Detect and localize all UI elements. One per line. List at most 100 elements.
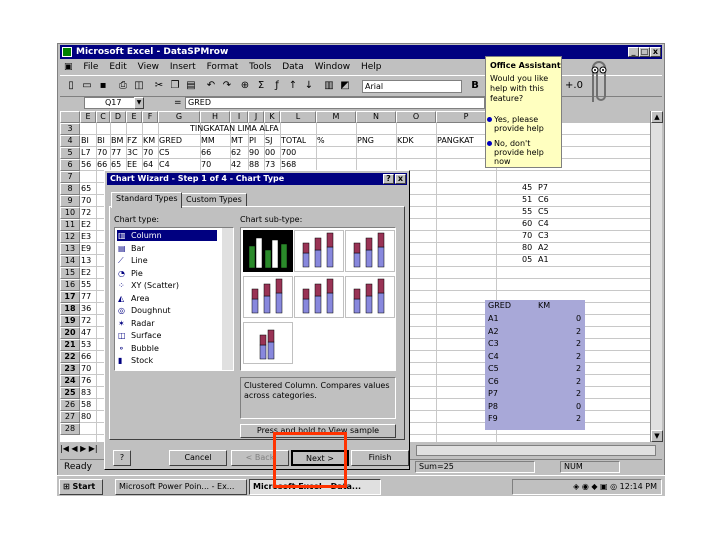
table-grade-cell[interactable]: A1 (488, 313, 499, 325)
data-cell[interactable]: 76 (81, 375, 91, 387)
grade-cell[interactable]: C3 (538, 230, 549, 242)
column-header[interactable]: F (142, 111, 158, 123)
column-header[interactable]: C (96, 111, 110, 123)
chart-type-item[interactable]: ◫ Surface (117, 330, 217, 341)
column-header[interactable]: E (126, 111, 142, 123)
row-header[interactable]: 4 (60, 135, 80, 147)
table-count-cell[interactable]: 2 (576, 413, 581, 425)
close-button[interactable]: x (650, 47, 661, 57)
row-header[interactable]: 8 (60, 183, 80, 195)
subtype-stacked-column[interactable] (294, 230, 344, 272)
chart-type-item[interactable]: ▤ Bar (117, 243, 217, 254)
cancel-button[interactable]: Cancel (169, 450, 227, 466)
header-cell[interactable]: MT (231, 135, 243, 147)
row-header[interactable]: 17 (60, 291, 80, 303)
copy-icon[interactable]: ❐ (168, 79, 182, 93)
zoom-button[interactable]: +.0 (562, 79, 586, 93)
chart-type-item[interactable]: ◭ Area (117, 293, 217, 304)
data-cell[interactable]: 70 (143, 147, 153, 159)
paste-icon[interactable]: ▤ (184, 79, 198, 93)
data-cell[interactable]: 77 (111, 147, 121, 159)
table-count-cell[interactable]: 2 (576, 388, 581, 400)
redo-icon[interactable]: ↷ (220, 79, 234, 93)
header-cell[interactable]: PI (249, 135, 256, 147)
column-header[interactable]: N (356, 111, 396, 123)
assistant-option-no[interactable]: No, don't provide help now (487, 139, 560, 166)
table-grade-cell[interactable]: C4 (488, 351, 499, 363)
help-button[interactable]: ? (113, 450, 131, 466)
menu-tools[interactable]: Tools (249, 62, 271, 72)
table-grade-cell[interactable]: P8 (488, 401, 498, 413)
subtype-3d-clustered-column[interactable] (243, 276, 293, 318)
new-icon[interactable]: ▯ (64, 79, 78, 93)
assistant-option-yes[interactable]: Yes, please provide help (487, 115, 560, 133)
data-cell[interactable]: 55 (81, 279, 91, 291)
row-header[interactable]: 7 (60, 171, 80, 183)
row-header[interactable]: 25 (60, 387, 80, 399)
header-cell[interactable]: GRED (159, 135, 182, 147)
data-cell[interactable]: 47 (81, 327, 91, 339)
scroll-up-icon[interactable]: ▲ (651, 111, 663, 123)
menu-view[interactable]: View (138, 62, 159, 72)
header-cell[interactable]: TOTAL (281, 135, 306, 147)
data-cell[interactable]: 36 (81, 303, 91, 315)
chart-type-item[interactable]: ▮ Stock (117, 355, 217, 366)
chart-type-item[interactable]: ⚬ Bubble (117, 343, 217, 354)
horizontal-scrollbar[interactable] (416, 445, 656, 456)
print-icon[interactable]: ⎙ (116, 79, 130, 93)
scroll-down-icon[interactable]: ▼ (651, 430, 663, 442)
data-cell[interactable]: 77 (81, 291, 91, 303)
chart-type-item[interactable]: ⟋ Line (117, 255, 217, 266)
subtype-clustered-column[interactable] (243, 230, 293, 272)
data-cell[interactable]: 53 (81, 339, 91, 351)
minimize-button[interactable]: _ (628, 47, 639, 57)
menu-help[interactable]: Help (361, 62, 382, 72)
header-cell[interactable]: KM (143, 135, 155, 147)
bold-button[interactable]: B (468, 79, 482, 93)
grade-cell[interactable]: A2 (538, 242, 549, 254)
data-cell[interactable]: 700 (281, 147, 296, 159)
table-count-cell[interactable]: 0 (576, 401, 581, 413)
chart-wizard-icon[interactable]: ▥ (322, 79, 336, 93)
chart-type-list[interactable]: ▥ Column ▤ Bar ⟋ Line ◔ Pie ⁘ XY (Scatter) ◭ Area ◎ D… (114, 227, 234, 371)
grade-cell[interactable]: C4 (538, 218, 549, 230)
subtype-3d-column[interactable] (243, 322, 293, 364)
data-cell[interactable]: 90 (249, 147, 259, 159)
row-header[interactable]: 6 (60, 159, 80, 171)
table-count-cell[interactable]: 2 (576, 338, 581, 350)
sort-desc-icon[interactable]: ↓ (302, 79, 316, 93)
value-cell[interactable]: 45 (522, 182, 532, 194)
value-cell[interactable]: 60 (522, 218, 532, 230)
vertical-scrollbar[interactable]: ▲ ▼ (650, 111, 663, 442)
row-header[interactable]: 13 (60, 243, 80, 255)
menu-format[interactable]: Format (207, 62, 239, 72)
column-header[interactable]: K (264, 111, 280, 123)
column-header[interactable]: H (200, 111, 230, 123)
data-cell[interactable]: 13 (81, 255, 91, 267)
header-cell[interactable]: PANGKAT (437, 135, 474, 147)
function-icon[interactable]: ƒ (270, 79, 284, 93)
preview-icon[interactable]: ◫ (132, 79, 146, 93)
sort-asc-icon[interactable]: ↑ (286, 79, 300, 93)
table-count-cell[interactable]: 2 (576, 351, 581, 363)
row-header[interactable]: 15 (60, 267, 80, 279)
column-header[interactable]: O (396, 111, 436, 123)
column-header[interactable]: I (230, 111, 248, 123)
data-cell[interactable]: 70 (81, 363, 91, 375)
table-count-cell[interactable]: 2 (576, 326, 581, 338)
value-cell[interactable]: 05 (522, 254, 532, 266)
subtype-3d-stacked-column[interactable] (294, 276, 344, 318)
data-cell[interactable]: 3C (127, 147, 138, 159)
header-cell[interactable]: PNG (357, 135, 374, 147)
column-header[interactable]: J (248, 111, 264, 123)
menu-data[interactable]: Data (282, 62, 304, 72)
grade-cell[interactable]: C6 (538, 194, 549, 206)
grade-cell[interactable]: C5 (538, 206, 549, 218)
chart-type-item[interactable]: ✶ Radar (117, 318, 217, 329)
header-cell[interactable]: BI (81, 135, 89, 147)
data-cell[interactable]: 00 (265, 147, 275, 159)
row-header[interactable]: 20 (60, 327, 80, 339)
cut-icon[interactable]: ✂ (152, 79, 166, 93)
row-header[interactable]: 12 (60, 231, 80, 243)
table-count-cell[interactable]: 0 (576, 313, 581, 325)
